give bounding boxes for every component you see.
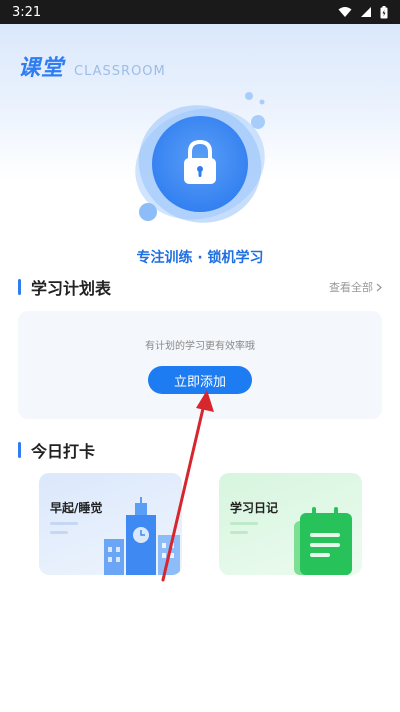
signal-icon bbox=[361, 7, 371, 17]
battery-icon bbox=[380, 5, 388, 18]
decor-line bbox=[50, 522, 78, 525]
status-bar: 3:21 bbox=[0, 0, 400, 24]
hero-tagline: 专注训练 · 锁机学习 bbox=[136, 250, 264, 266]
checkin-card-wake-sleep[interactable]: 早起/睡觉 bbox=[39, 473, 182, 575]
hero-lock-illustration bbox=[128, 90, 278, 240]
plan-section-header: 学习计划表 查看全部 bbox=[18, 275, 382, 299]
view-all-link[interactable]: 查看全部 bbox=[329, 279, 382, 295]
plan-empty-hint: 有计划的学习更有效率哦 bbox=[145, 341, 255, 352]
checkin-section-header: 今日打卡 bbox=[18, 438, 382, 462]
plan-title: 学习计划表 bbox=[31, 279, 112, 298]
notebook-icon bbox=[294, 507, 352, 575]
wifi-icon bbox=[338, 7, 352, 17]
plan-card: 有计划的学习更有效率哦 立即添加 bbox=[18, 311, 382, 419]
brand: 课堂 CLASSROOM bbox=[18, 50, 166, 82]
add-plan-button[interactable]: 立即添加 bbox=[148, 366, 252, 394]
view-all-label: 查看全部 bbox=[329, 281, 373, 294]
brand-title: 课堂 bbox=[18, 56, 65, 81]
section-accent-bar bbox=[18, 442, 21, 458]
decor-line bbox=[230, 522, 258, 525]
brand-subtitle: CLASSROOM bbox=[74, 64, 166, 79]
decor-line bbox=[50, 531, 68, 534]
school-building-icon bbox=[104, 497, 180, 575]
plan-section-title: 学习计划表 bbox=[18, 275, 111, 299]
checkin-section-title: 今日打卡 bbox=[18, 438, 95, 462]
status-time: 3:21 bbox=[12, 4, 42, 20]
checkin-title: 今日打卡 bbox=[31, 442, 96, 461]
section-accent-bar bbox=[18, 279, 21, 295]
decor-line bbox=[230, 531, 248, 534]
checkin-card-label: 学习日记 bbox=[230, 501, 279, 515]
chevron-right-icon bbox=[376, 283, 382, 291]
checkin-card-label: 早起/睡觉 bbox=[50, 501, 103, 515]
checkin-card-study-diary[interactable]: 学习日记 bbox=[219, 473, 362, 575]
